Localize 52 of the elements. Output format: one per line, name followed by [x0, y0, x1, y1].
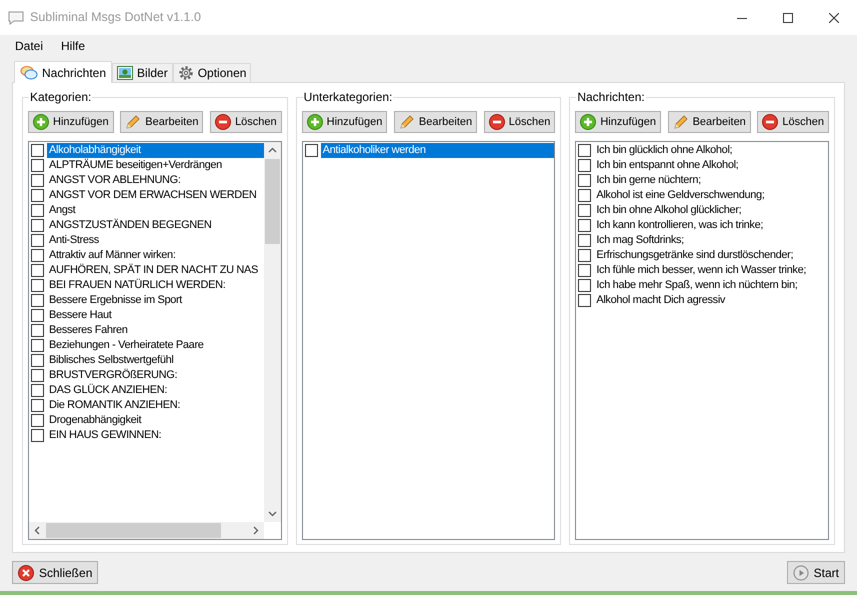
tab[interactable]: Bilder	[112, 63, 173, 82]
list-item[interactable]: Bessere Ergebnisse im Sport	[47, 293, 264, 308]
list-item[interactable]: DAS GLÜCK ANZIEHEN:	[47, 383, 264, 398]
footer-button[interactable]: Schließen	[12, 561, 98, 584]
list-item[interactable]: Biblisches Selbstwertgefühl	[47, 353, 264, 368]
list-item[interactable]: Ich mag Softdrinks;	[594, 233, 828, 248]
list-item[interactable]: ANGST VOR DEM ERWACHSEN WERDEN	[47, 188, 264, 203]
list-item[interactable]: Attraktiv auf Männer wirken:	[47, 248, 264, 263]
list-item[interactable]: Antialkoholiker werden	[320, 143, 554, 158]
window-title: Subliminal Msgs DotNet v1.1.0	[30, 9, 201, 26]
list-item[interactable]: ANGST VOR ABLEHNUNG:	[47, 173, 264, 188]
toolbar-button[interactable]: Hinzufügen	[575, 111, 661, 133]
tab[interactable]: Optionen	[172, 63, 252, 82]
list-item[interactable]: Ich habe mehr Spaß, wenn ich nüchtern bin;	[594, 278, 828, 293]
list-item[interactable]: ANGSTZUSTÄNDEN BEGEGNEN	[47, 218, 264, 233]
toolbar-button[interactable]: Löschen	[210, 111, 282, 133]
list-item[interactable]: Ich bin entspannt ohne Alkohol;	[594, 158, 828, 173]
menu-item[interactable]: Datei	[8, 36, 50, 54]
list-item[interactable]: Bessere Haut	[47, 308, 264, 323]
list-item[interactable]: Anti-Stress	[47, 233, 264, 248]
list-item[interactable]: Ich kann kontrollieren, was ich trinke;	[594, 218, 828, 233]
list-item[interactable]: BRUSTVERGRÖßERUNG:	[47, 368, 264, 383]
list-item[interactable]: Drogenabhängigkeit	[47, 413, 264, 428]
group-title: Unterkategorien:	[302, 90, 394, 104]
toolbar-button[interactable]: Hinzufügen	[302, 111, 388, 133]
toolbar-button[interactable]: Bearbeiten	[668, 111, 751, 133]
toolbar-button[interactable]: Bearbeiten	[394, 111, 478, 133]
list-item[interactable]: Alkohol macht Dich agressiv	[594, 293, 828, 308]
list-item[interactable]: Erfrischungsgetränke sind durstlöschender;	[594, 248, 828, 263]
list-item[interactable]: EIN HAUS GEWINNEN:	[47, 428, 264, 443]
footer-button[interactable]: Start	[786, 561, 845, 584]
toolbar-button[interactable]: Bearbeiten	[120, 111, 204, 133]
list-item[interactable]: Besseres Fahren	[47, 323, 264, 338]
list-item[interactable]: Alkohol ist eine Geldverschwendung;	[594, 188, 828, 203]
list-item[interactable]: Ich bin ohne Alkohol glücklicher;	[594, 203, 828, 218]
list-item[interactable]: BEI FRAUEN NATÜRLICH WERDEN:	[47, 278, 264, 293]
toolbar-button[interactable]: Löschen	[484, 111, 556, 133]
group-title: Kategorien:	[29, 90, 92, 104]
menu-item[interactable]: Hilfe	[54, 36, 92, 54]
list-item[interactable]: Ich bin glücklich ohne Alkohol;	[594, 143, 828, 158]
list-item[interactable]: Ich fühle mich besser, wenn ich Wasser trinke;	[594, 263, 828, 278]
group-title: Nachrichten:	[576, 90, 646, 104]
list-item[interactable]: Die ROMANTIK ANZIEHEN:	[47, 398, 264, 413]
list-item[interactable]: AUFHÖREN, SPÄT IN DER NACHT ZU NAS	[47, 263, 264, 278]
list-item[interactable]: Angst	[47, 203, 264, 218]
list-item[interactable]: Alkoholabhängigkeit	[47, 143, 264, 158]
list-item[interactable]: Beziehungen - Verheiratete Paare	[47, 338, 264, 353]
tab[interactable]: Nachrichten	[14, 61, 112, 83]
toolbar-button[interactable]: Löschen	[757, 111, 829, 133]
list-item[interactable]: ALPTRÄUME beseitigen+Verdrängen	[47, 158, 264, 173]
list-item[interactable]: Ich bin gerne nüchtern;	[594, 173, 828, 188]
toolbar-button[interactable]: Hinzufügen	[28, 111, 114, 133]
